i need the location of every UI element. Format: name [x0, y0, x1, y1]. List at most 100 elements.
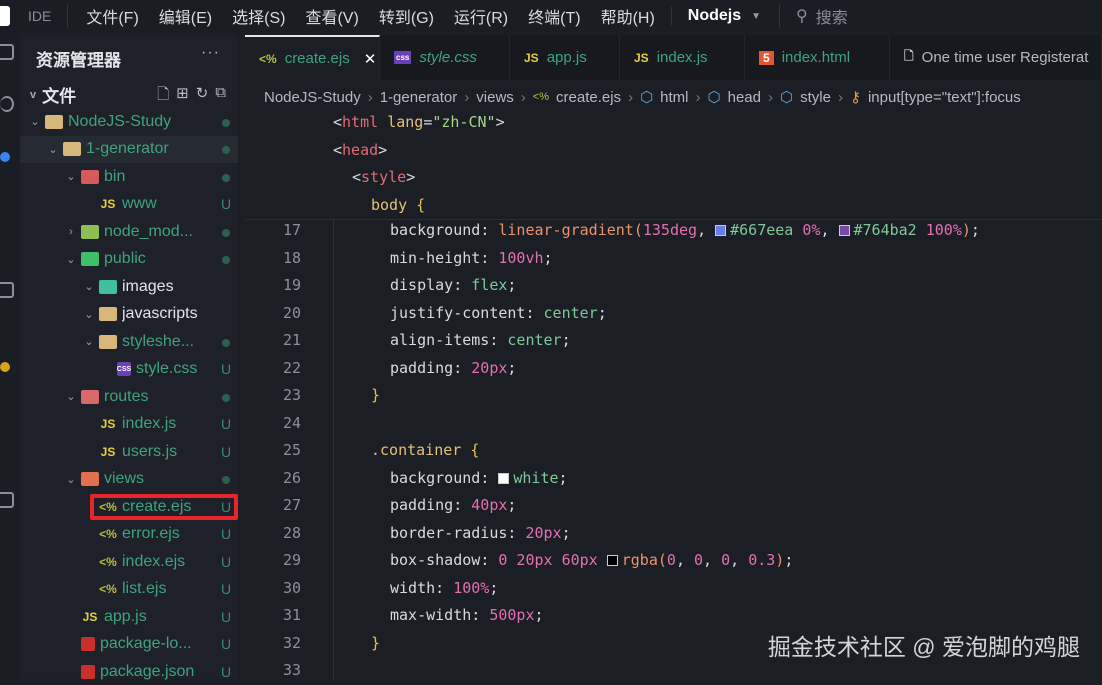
- extensions-icon[interactable]: [0, 282, 14, 298]
- code-token: 20px: [471, 358, 508, 377]
- menu-item[interactable]: 终端(T): [518, 4, 590, 28]
- git-status-dot: [222, 146, 230, 154]
- more-icon[interactable]: ···: [201, 44, 220, 62]
- code-line: <head>: [245, 137, 1102, 165]
- tree-item[interactable]: ⌄ 1-generator: [20, 135, 238, 163]
- close-icon[interactable]: ✕: [364, 50, 377, 68]
- tree-item[interactable]: › node_mod...: [20, 218, 238, 245]
- refresh-icon[interactable]: ↻: [196, 84, 209, 109]
- breadcrumb-item[interactable]: create.ejs: [556, 89, 621, 106]
- code-token: >: [495, 113, 505, 131]
- color-swatch[interactable]: [838, 225, 850, 236]
- project-switcher[interactable]: Nodejs ▼: [670, 7, 771, 25]
- tree-item-label: error.ejs: [122, 525, 180, 542]
- code-text: border-radius: 20px;: [390, 520, 571, 548]
- tree-item[interactable]: ⌄ routes: [20, 383, 238, 410]
- code-line: 22 padding: 20px;: [245, 355, 1102, 383]
- tree-item[interactable]: <% list.ejs U: [20, 576, 238, 603]
- line-number: 26: [282, 468, 301, 487]
- folder-icon: [45, 114, 63, 129]
- tree-item[interactable]: package-lo... U: [20, 631, 238, 658]
- folder-icon: [99, 279, 117, 294]
- files-section-header[interactable]: v 文件: [30, 82, 76, 107]
- breadcrumb-item[interactable]: views: [476, 89, 514, 106]
- tree-item[interactable]: ⌄ views: [20, 466, 238, 493]
- code-editor[interactable]: <html lang="zh-CN"> <head> <style> body { 1…: [245, 110, 1102, 680]
- breadcrumb-item[interactable]: head: [728, 89, 761, 106]
- tree-item[interactable]: JS users.js U: [20, 438, 238, 465]
- tab-one-time-user-registerat[interactable]: 🗋 One time user Registerat: [890, 35, 1102, 80]
- line-number: 28: [282, 523, 301, 542]
- tree-item[interactable]: ⌄ bin: [20, 163, 238, 190]
- new-file-icon[interactable]: 🗋: [157, 84, 169, 109]
- tree-item-label: styleshe...: [122, 332, 195, 350]
- collapse-all-icon[interactable]: ⧉: [215, 84, 226, 109]
- tree-item[interactable]: <% error.ejs U: [20, 521, 238, 548]
- tree-item[interactable]: JS index.js U: [20, 411, 238, 438]
- tab-index-html[interactable]: 5 index.html: [745, 35, 890, 80]
- color-swatch[interactable]: [498, 472, 510, 484]
- code-token: "zh-CN": [432, 113, 496, 131]
- chevron-down-icon: ⌄: [66, 171, 76, 183]
- breadcrumb: NodeJS-Study › 1-generator › views › <% create.…: [264, 86, 1021, 108]
- menu-item[interactable]: 查看(V): [295, 4, 368, 28]
- tab-label: index.html: [781, 49, 851, 66]
- search-icon[interactable]: [0, 96, 14, 112]
- tree-item[interactable]: JS www U: [20, 191, 238, 218]
- tree-item[interactable]: package.json U: [20, 658, 238, 685]
- code-line: 26 background: white;: [245, 465, 1102, 493]
- tree-item[interactable]: <% index.ejs U: [20, 548, 238, 575]
- line-number: 20: [282, 303, 301, 322]
- git-status-dot: [222, 476, 230, 484]
- tab-style-css[interactable]: css style.css: [380, 35, 510, 80]
- search-icon: ⚲: [796, 8, 808, 25]
- code-text: width: 100%;: [390, 575, 498, 603]
- explorer-title: 资源管理器: [36, 51, 121, 70]
- explorer-sidebar: 资源管理器 ··· v 文件 🗋 ⊞ ↻ ⧉ ⌄ NodeJS-Study ⌄ 1-ge…: [20, 36, 238, 680]
- code-token: }: [371, 386, 381, 404]
- search-box[interactable]: ⚲ 搜索: [779, 4, 848, 28]
- js-file-icon: JS: [634, 50, 649, 65]
- color-swatch[interactable]: [715, 225, 727, 236]
- code-token: :: [480, 468, 499, 487]
- menu-item[interactable]: 选择(S): [222, 4, 295, 28]
- database-icon[interactable]: [0, 492, 14, 508]
- tree-item[interactable]: ⌄ styleshe...: [20, 328, 238, 355]
- breadcrumb-item[interactable]: style: [800, 89, 831, 106]
- tree-item[interactable]: ⌄ images: [20, 273, 238, 300]
- chevron-right-icon: ›: [520, 88, 526, 106]
- breadcrumb-item[interactable]: html: [660, 89, 688, 106]
- tab-label: style.css: [419, 49, 477, 66]
- explorer-icon[interactable]: [0, 44, 14, 60]
- tree-item[interactable]: ⌄ public: [20, 246, 238, 273]
- line-number: 24: [282, 413, 301, 432]
- ejs-file-icon: <%: [99, 582, 117, 596]
- code-token: >: [378, 140, 388, 159]
- tab-create-ejs[interactable]: <% create.ejs ✕: [245, 35, 380, 80]
- code-token: ,: [730, 551, 749, 569]
- code-token: flex: [471, 276, 508, 294]
- menu-item[interactable]: 运行(R): [444, 4, 518, 28]
- breadcrumb-item[interactable]: input[type="text"]:focus: [868, 89, 1021, 106]
- tree-item-label: list.ejs: [122, 580, 167, 597]
- new-folder-icon[interactable]: ⊞: [176, 84, 189, 109]
- code-token: min-height: [390, 248, 481, 267]
- breadcrumb-item[interactable]: 1-generator: [380, 89, 458, 106]
- git-status: [214, 224, 238, 240]
- tree-item[interactable]: ⌄ javascripts: [20, 301, 238, 328]
- code-token: :: [453, 358, 472, 377]
- tree-item[interactable]: ⌄ NodeJS-Study: [20, 108, 238, 135]
- menu-item[interactable]: 文件(F): [76, 4, 148, 28]
- code-token: =: [423, 113, 433, 131]
- menu-item[interactable]: 转到(G): [369, 4, 444, 28]
- menu-item[interactable]: 帮助(H): [591, 4, 665, 28]
- tab-app-js[interactable]: JS app.js: [510, 35, 620, 80]
- tree-item[interactable]: CSS style.css U: [20, 356, 238, 383]
- code-token: lang: [387, 113, 424, 131]
- tree-item[interactable]: JS app.js U: [20, 603, 238, 630]
- menu-item[interactable]: 编辑(E): [149, 4, 222, 28]
- line-number: 33: [282, 661, 301, 679]
- breadcrumb-item[interactable]: NodeJS-Study: [264, 89, 361, 106]
- color-swatch[interactable]: [606, 555, 618, 566]
- tab-index-js[interactable]: JS index.js: [620, 35, 745, 80]
